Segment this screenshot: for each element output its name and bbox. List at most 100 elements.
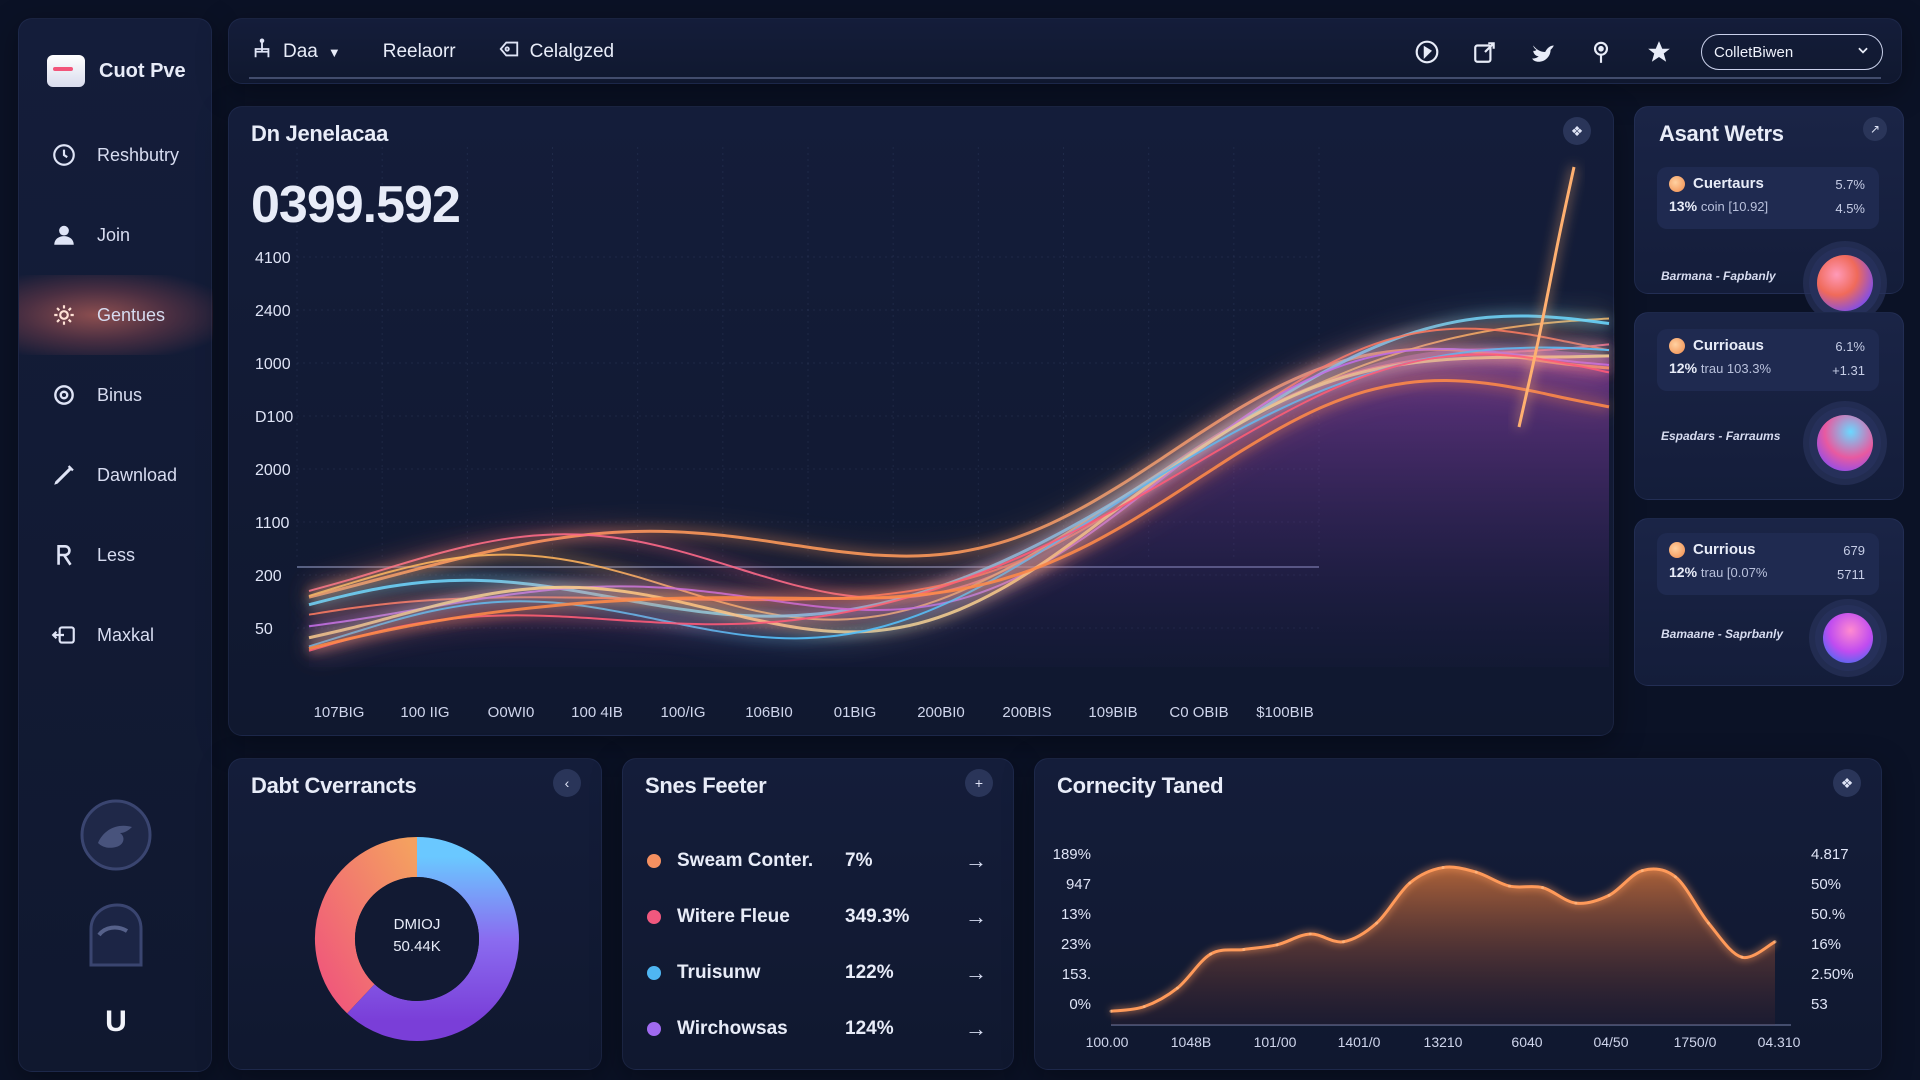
asset-top-value: 679 [1843,543,1865,558]
assets-expand-button[interactable]: ↗ [1863,117,1887,141]
coin-icon [1669,541,1685,558]
area-left-tick: 153. [1062,966,1091,983]
sidebar-item-join[interactable]: Join [19,195,213,275]
share-icon[interactable] [1469,36,1501,68]
x-tick-label: 100 4IB [571,704,623,721]
y-tick-label: 200 [255,568,282,585]
area-point [1773,940,1777,944]
asset-orb-icon [1815,605,1881,671]
brand[interactable]: Cuot Pve [47,55,186,87]
list-item[interactable]: Sweam Conter. 7% → [647,841,991,881]
top-bar: Daa ▼ Reelaorr Celalgzed ColletBiwen [228,18,1902,84]
bird-icon[interactable] [1527,36,1559,68]
area-x-tick: 1750/0 [1674,1034,1717,1050]
bottom-letter[interactable]: U [19,1005,213,1039]
asset-sub-value: +1.31 [1832,363,1865,378]
user-select[interactable]: ColletBiwen [1701,34,1883,70]
y-tick-label: 2000 [255,462,291,479]
top-nav: Daa ▼ Reelaorr Celalgzed [251,19,614,85]
assets-title: Asant Wetrs [1659,121,1784,146]
area-point [1640,869,1644,873]
list-item[interactable]: Truisunw 122% → [647,953,991,993]
pin-icon[interactable] [1585,36,1617,68]
asset-footer: Barmana - Fapbanly [1661,269,1776,283]
area-left-tick: 0% [1069,996,1091,1013]
asset-card[interactable]: Currious 679 12% trau [0.07% 5711 Bamaan… [1634,518,1904,686]
arrow-right-icon: → [965,848,987,873]
area-left-ticks: 189% 947 13% 23% 153. 0% [1053,846,1091,1013]
area-x-tick: 1401/0 [1338,1034,1381,1050]
asset-row[interactable]: Cuertaurs 5.7% 13% coin [10.92] 4.5% [1657,167,1879,229]
asset-sub-pct: 13% [1669,198,1698,214]
list-add-button[interactable]: + [965,769,993,797]
area-right-tick: 4.817 [1811,846,1849,863]
x-tick-label: 01BIG [834,704,877,721]
asset-card[interactable]: Currioaus 6.1% 12% trau 103.3% +1.31 Esp… [1634,312,1904,500]
area-point [1242,947,1246,951]
sidebar-item-label: Dawnload [97,464,178,485]
asset-name: Cuertaurs [1693,175,1764,192]
donut-center-line2: 50.44K [393,938,441,955]
area-point [1607,893,1611,897]
star-icon[interactable] [1643,36,1675,68]
sidebar-item-dawnload[interactable]: Dawnload [19,435,213,515]
sidebar-item-maxkal[interactable]: Maxkal [19,595,213,675]
area-point [1308,932,1312,936]
x-tick-label: $100BIB [1256,704,1314,721]
nav-daa-dropdown[interactable]: Daa ▼ [251,38,341,66]
arrow-right-icon: → [965,1016,987,1041]
main-chart-big-value: 0399.592 [251,176,461,234]
list-item[interactable]: Witere Fleue 349.3% → [647,897,991,937]
nav-reelaorr[interactable]: Reelaorr [383,41,456,63]
folder-logo-icon [47,55,85,87]
y-tick-label: 1100 [255,515,290,532]
asset-orb-icon [1809,247,1881,319]
main-chart-options-button[interactable]: ❖ [1563,117,1591,145]
asset-sub-pct: 12% [1669,564,1698,580]
x-axis-ticks: 107BIG 100 IIG O0WI0 100 4IB 100/IG 106BI0 01B… [314,704,1314,721]
list-item[interactable]: Wirchowsas 124% → [647,1009,991,1049]
sidebar-nav: Reshbutry Join Gentues Binus Dawnload Le… [19,115,213,675]
list-item-name: Sweam Conter. [677,850,814,871]
list-title: Snes Feeter [645,773,767,798]
diamond-icon: ❖ [1570,122,1584,139]
main-chart-panel: 4100 2400 1000 D100 2000 1100 200 50 107BIG 100 … [228,106,1614,736]
area-point [1175,986,1179,990]
pen-icon [49,460,79,490]
area-x-tick: 6040 [1511,1034,1542,1050]
x-tick-label: O0WI0 [488,704,535,721]
area-right-ticks: 4.817 50% 50.% 16% 2.50% 53 [1811,846,1854,1013]
color-dot [647,910,661,924]
area-x-tick: 101/00 [1254,1034,1297,1050]
area-x-tick: 1048B [1171,1034,1211,1050]
area-point [1740,955,1744,959]
area-point [1209,952,1213,956]
area-x-tick: 04.310 [1758,1034,1801,1050]
app-name: Cuot Pve [99,59,186,82]
x-tick-label: 109BIB [1088,704,1137,721]
area-point [1574,901,1578,905]
x-tick-label: 200BI0 [917,704,965,721]
asset-sub-pct: 12% [1669,360,1698,376]
nav-reelaorr-label: Reelaorr [382,41,456,62]
area-series [1109,865,1777,1025]
list-item-name: Wirchowsas [677,1018,788,1039]
sidebar: Cuot Pve Reshbutry Join Gentues Binus Da… [18,18,213,1072]
area-x-ticks: 100.00 1048B 101/00 1401/0 13210 6040 04/50 175… [1086,1024,1801,1050]
x-tick-label: C0 OBIB [1169,704,1228,721]
nav-celalgzed[interactable]: Celalgzed [498,38,614,66]
sidebar-item-gentues[interactable]: Gentues [19,275,213,355]
x-tick-label: 100/IG [660,704,705,721]
area-right-tick: 2.50% [1811,966,1854,983]
area-right-tick: 50.% [1811,906,1845,923]
chart-waves [307,166,1610,667]
x-tick-label: 200BIS [1002,704,1051,721]
area-point [1275,943,1279,947]
area-point [1375,921,1379,925]
sidebar-item-binus[interactable]: Binus [19,355,213,435]
sidebar-item-label: Join [97,224,131,245]
asset-sub-text: trau [0.07% [1700,565,1768,580]
sidebar-item-reshbutry[interactable]: Reshbutry [19,115,213,195]
sidebar-item-less[interactable]: Less [19,515,213,595]
compass-icon[interactable] [1411,36,1443,68]
